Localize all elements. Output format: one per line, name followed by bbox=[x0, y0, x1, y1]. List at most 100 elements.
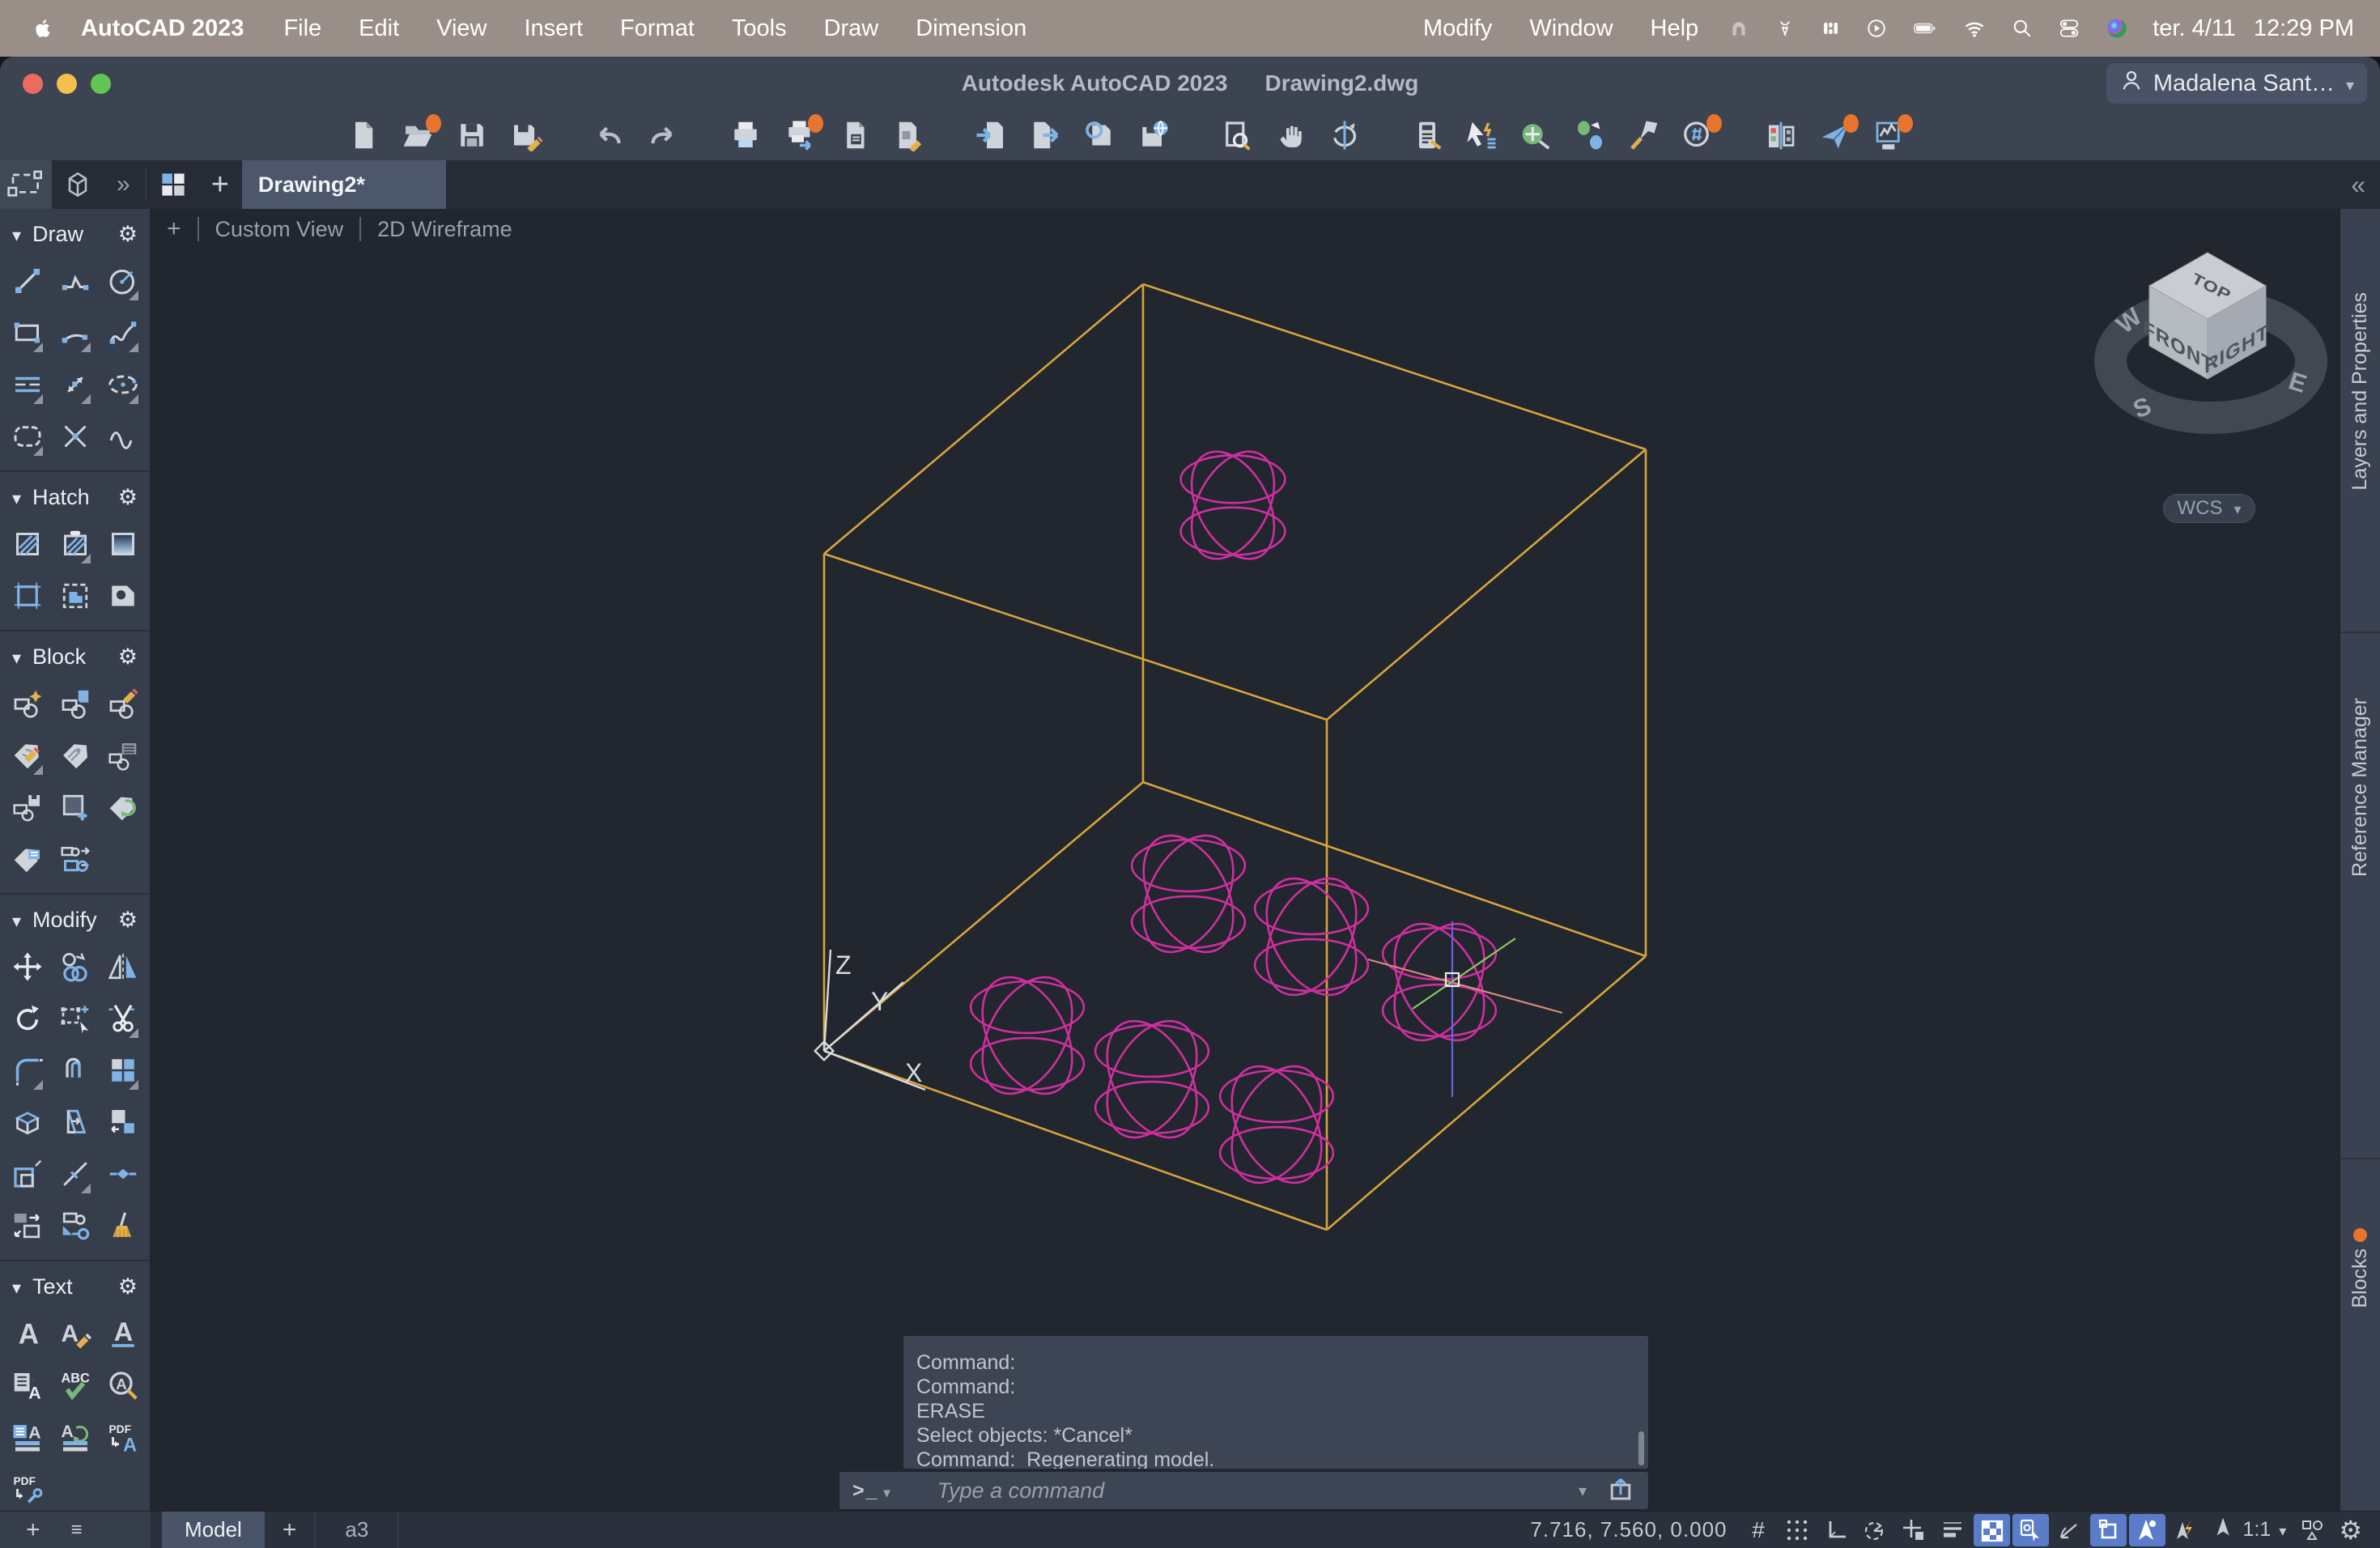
tool-move-icon[interactable] bbox=[3, 947, 51, 986]
tool-text-list-icon[interactable]: A bbox=[3, 1418, 51, 1457]
menu-help[interactable]: Help bbox=[1632, 15, 1718, 42]
user-account-button[interactable]: Madalena Sant… bbox=[2106, 63, 2367, 104]
tool-hatch-icon[interactable] bbox=[3, 525, 51, 563]
plot-button[interactable] bbox=[729, 118, 763, 152]
app-menu[interactable]: AutoCAD 2023 bbox=[65, 15, 265, 42]
tool-line-icon[interactable] bbox=[3, 262, 51, 300]
model-space-canvas[interactable]: + Custom View 2D Wireframe ZYX W S E TOP bbox=[151, 209, 2340, 1511]
settings-gear-icon[interactable]: ⚙ bbox=[2331, 1515, 2380, 1546]
tab-model[interactable]: Model bbox=[162, 1512, 265, 1548]
tool-multiline-icon[interactable] bbox=[3, 365, 51, 404]
status-toggle-snap-mode[interactable] bbox=[1779, 1514, 1816, 1546]
new-layout-button[interactable]: + bbox=[265, 1512, 317, 1548]
wire-sphere[interactable] bbox=[1089, 1006, 1215, 1152]
wcs-dropdown[interactable]: WCS bbox=[2163, 494, 2255, 523]
tool-palettes-button[interactable] bbox=[1573, 118, 1607, 152]
zoom-window-button[interactable] bbox=[1219, 118, 1253, 152]
tool-measure-icon[interactable] bbox=[51, 365, 99, 404]
arc-app-icon[interactable] bbox=[1728, 18, 1749, 39]
command-options-caret[interactable] bbox=[1577, 1481, 1587, 1501]
plot-preview-button[interactable] bbox=[837, 118, 871, 152]
mode-2d-button[interactable] bbox=[0, 160, 52, 209]
view-controls-button[interactable]: Custom View bbox=[215, 217, 344, 242]
panel-settings-gear-icon[interactable] bbox=[118, 908, 138, 933]
palette-tab-layers-and-properties[interactable]: Layers and Properties bbox=[2340, 209, 2380, 632]
status-toggle-dynamic-ucs[interactable] bbox=[2089, 1513, 2127, 1546]
wire-sphere[interactable] bbox=[964, 962, 1090, 1108]
wire-sphere[interactable] bbox=[1125, 820, 1252, 967]
wifi-icon[interactable] bbox=[1963, 17, 1986, 40]
tool-trim-icon[interactable] bbox=[99, 999, 147, 1038]
tool-block-edit-icon[interactable] bbox=[99, 684, 147, 723]
tool-align-icon[interactable] bbox=[3, 1206, 51, 1245]
save-as-button[interactable] bbox=[509, 118, 543, 152]
status-toggle-transparency[interactable] bbox=[1973, 1513, 2010, 1546]
add-panel-button[interactable]: + bbox=[26, 1516, 40, 1544]
tool-block-write-icon[interactable] bbox=[3, 788, 51, 827]
properties-button[interactable] bbox=[1410, 118, 1444, 152]
plot-upload-icon[interactable] bbox=[1606, 1474, 1635, 1508]
count-button[interactable] bbox=[1681, 114, 1722, 152]
tab-layout-a3[interactable]: a3 bbox=[316, 1512, 400, 1548]
command-history-panel[interactable]: Command: Command: ERASE Select objects: *Ca… bbox=[903, 1336, 1648, 1469]
status-toggle-selection-cycling[interactable] bbox=[2012, 1513, 2049, 1546]
menu-file[interactable]: File bbox=[265, 15, 340, 42]
tool-lengthen-icon[interactable] bbox=[51, 1206, 99, 1245]
menu-bar-clock[interactable]: ter. 4/11 12:29 PM bbox=[2153, 15, 2359, 42]
menu-draw[interactable]: Draw bbox=[805, 15, 898, 42]
status-toggle-annotation-visibility[interactable] bbox=[2128, 1513, 2165, 1546]
viewport-layout-icon[interactable] bbox=[148, 160, 198, 209]
batch-plot-button[interactable] bbox=[783, 114, 823, 152]
control-center-icon[interactable] bbox=[2059, 18, 2080, 39]
design-center-button[interactable] bbox=[1519, 118, 1553, 152]
workspace-switcher[interactable] bbox=[2294, 1514, 2331, 1546]
status-toggle-annotation-autoscale[interactable] bbox=[2168, 1514, 2204, 1546]
tool-join-icon[interactable] bbox=[99, 1155, 147, 1193]
menu-dimension[interactable]: Dimension bbox=[897, 15, 1045, 42]
status-toggle-lineweight[interactable] bbox=[1935, 1514, 1971, 1546]
mode-overflow-button[interactable]: » bbox=[104, 160, 143, 209]
status-toggle-polar-tracking[interactable] bbox=[1857, 1514, 1893, 1546]
tool-text-brush-icon[interactable]: A bbox=[51, 1314, 99, 1353]
tool-rotate-icon[interactable] bbox=[3, 999, 51, 1038]
tool-text-column-icon[interactable]: A bbox=[3, 1366, 51, 1405]
viewport-menu-button[interactable]: + bbox=[167, 215, 181, 243]
tool-circle-icon[interactable] bbox=[99, 262, 147, 300]
menu-view[interactable]: View bbox=[418, 15, 505, 42]
tool-text-find-icon[interactable]: A bbox=[99, 1366, 147, 1405]
command-history-scrollbar[interactable] bbox=[1638, 1431, 1644, 1465]
menu-modify[interactable]: Modify bbox=[1405, 15, 1511, 42]
tool-attribute-define-icon[interactable] bbox=[51, 736, 99, 775]
tool-text-single-icon[interactable]: A bbox=[3, 1314, 51, 1353]
export-button[interactable] bbox=[1028, 118, 1062, 152]
screen-record-icon[interactable] bbox=[1866, 18, 1887, 39]
chevron-down-icon[interactable] bbox=[879, 1479, 892, 1502]
tool-attribute-edit-icon[interactable] bbox=[3, 736, 51, 775]
drawing-compare-button[interactable] bbox=[1764, 118, 1798, 152]
wireframe-cube[interactable] bbox=[822, 283, 1647, 1231]
tool-rectangle-icon[interactable] bbox=[3, 313, 51, 352]
tool-text-underline-icon[interactable]: A bbox=[99, 1314, 147, 1353]
import-button[interactable] bbox=[974, 118, 1008, 152]
status-toggle-grid-display[interactable]: # bbox=[1740, 1514, 1777, 1546]
tool-text-update-icon[interactable]: A bbox=[51, 1418, 99, 1457]
palette-tab-reference-manager[interactable]: Reference Manager bbox=[2340, 632, 2380, 1158]
panel-settings-gear-icon[interactable] bbox=[118, 1274, 138, 1299]
status-toggle-object-snap[interactable] bbox=[1896, 1514, 1932, 1546]
status-toggle-isometric-drafting[interactable] bbox=[2051, 1514, 2088, 1546]
tool-fillet-icon[interactable] bbox=[3, 1051, 51, 1090]
tool-boundary-icon[interactable] bbox=[3, 576, 51, 615]
siri-icon[interactable] bbox=[2106, 17, 2128, 40]
annotation-scale-control[interactable]: 1:1 bbox=[2204, 1515, 2295, 1545]
panel-header-hatch[interactable]: Hatch bbox=[0, 475, 150, 515]
tool-wipeout-icon[interactable] bbox=[99, 576, 147, 615]
tool-block-create-icon[interactable] bbox=[3, 684, 51, 723]
tool-stretch-icon[interactable] bbox=[51, 999, 99, 1038]
attach-button[interactable] bbox=[1082, 118, 1116, 152]
apple-menu[interactable] bbox=[21, 18, 65, 39]
tool-explode-icon[interactable] bbox=[3, 1103, 51, 1142]
mode-3d-button[interactable] bbox=[52, 160, 104, 209]
tool-block-insert-icon[interactable] bbox=[51, 684, 99, 723]
tool-purge-icon[interactable] bbox=[99, 1206, 147, 1245]
tool-scale-icon[interactable] bbox=[3, 1155, 51, 1193]
